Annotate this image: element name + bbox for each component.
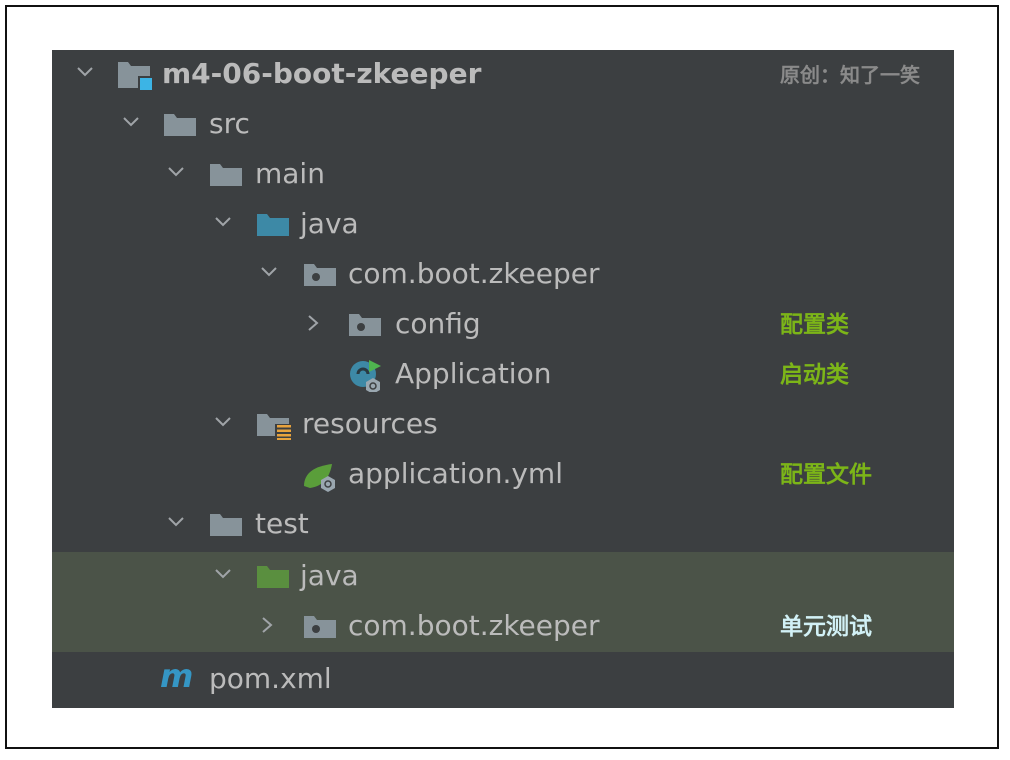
- tree-label: config: [395, 307, 481, 340]
- package-icon: [349, 310, 383, 340]
- tree-row-module-root[interactable]: m4-06-boot-zkeeper 原创：知了一笑: [52, 50, 954, 100]
- chevron-down-icon[interactable]: [165, 500, 185, 550]
- tree-label: java: [300, 559, 359, 592]
- svg-text:m: m: [160, 661, 193, 693]
- spring-boot-class-icon: [349, 360, 383, 394]
- annotation-application: 启动类: [780, 362, 849, 388]
- tree-row-src[interactable]: src: [52, 100, 954, 150]
- tree-label: com.boot.zkeeper: [348, 609, 600, 642]
- annotation-unit-test: 单元测试: [780, 614, 872, 640]
- chevron-down-icon[interactable]: [74, 50, 94, 100]
- tree-row-config[interactable]: config 配置类: [52, 300, 954, 350]
- tree-row-main[interactable]: main: [52, 150, 954, 200]
- tree-row-java-test[interactable]: java: [52, 552, 954, 602]
- tree-label: m4-06-boot-zkeeper: [162, 57, 482, 90]
- chevron-down-icon[interactable]: [212, 400, 232, 450]
- chevron-down-icon[interactable]: [165, 150, 185, 200]
- resources-folder-icon: [257, 410, 291, 440]
- chevron-down-icon[interactable]: [212, 552, 232, 602]
- tree-row-package-main[interactable]: com.boot.zkeeper: [52, 250, 954, 300]
- maven-icon: m: [160, 657, 194, 695]
- tree-row-pom[interactable]: m pom.xml: [52, 655, 954, 705]
- test-folder-icon: [257, 562, 291, 592]
- chevron-right-icon[interactable]: [304, 300, 324, 350]
- tree-row-resources[interactable]: resources: [52, 400, 954, 450]
- tree-row-application[interactable]: Application 启动类: [52, 350, 954, 400]
- project-tree-panel: m4-06-boot-zkeeper 原创：知了一笑 src main java: [52, 50, 954, 708]
- annotation-application-yml: 配置文件: [780, 462, 872, 488]
- spring-yml-icon: [302, 460, 336, 492]
- source-folder-icon: [257, 210, 291, 240]
- tree-label: com.boot.zkeeper: [348, 257, 600, 290]
- package-icon: [304, 260, 338, 290]
- folder-icon: [210, 160, 244, 190]
- watermark-text: 原创：知了一笑: [780, 63, 920, 87]
- chevron-down-icon[interactable]: [120, 100, 140, 150]
- tree-label: pom.xml: [209, 662, 332, 695]
- tree-label: resources: [302, 407, 438, 440]
- annotation-config: 配置类: [780, 312, 849, 338]
- chevron-down-icon[interactable]: [212, 200, 232, 250]
- tree-row-application-yml[interactable]: application.yml 配置文件: [52, 450, 954, 500]
- folder-icon: [210, 510, 244, 540]
- module-folder-icon: [118, 60, 152, 90]
- tree-label: application.yml: [348, 457, 563, 490]
- tree-label: src: [209, 107, 250, 140]
- tree-row-package-test[interactable]: com.boot.zkeeper 单元测试: [52, 602, 954, 652]
- tree-label: main: [255, 157, 325, 190]
- folder-icon: [164, 110, 198, 140]
- chevron-right-icon[interactable]: [258, 602, 278, 652]
- tree-row-test[interactable]: test: [52, 500, 954, 550]
- tree-label: Application: [395, 357, 552, 390]
- package-icon: [304, 612, 338, 642]
- chevron-down-icon[interactable]: [258, 250, 278, 300]
- tree-label: test: [255, 507, 309, 540]
- tree-row-java-main[interactable]: java: [52, 200, 954, 250]
- tree-label: java: [300, 207, 359, 240]
